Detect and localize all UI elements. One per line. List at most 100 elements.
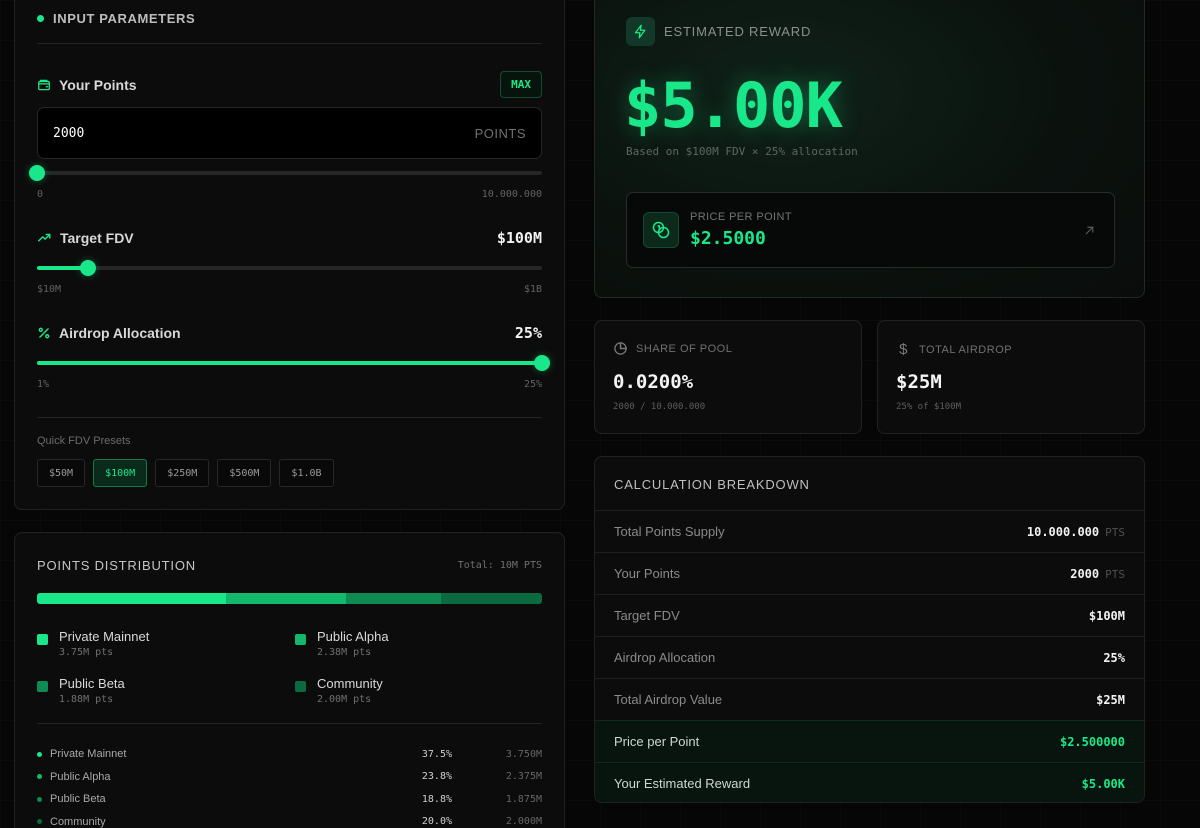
fdv-slider-thumb[interactable] xyxy=(79,260,96,276)
wallet-icon xyxy=(38,79,50,90)
row-value: 2.000M xyxy=(505,816,542,828)
estimated-reward-card: ESTIMATED REWARD $5.00K Based on $100M F… xyxy=(594,0,1145,298)
calc-row: Your Points 2000 PTS xyxy=(595,552,1144,594)
total-airdrop-label: TOTAL AIRDROP xyxy=(919,343,1013,356)
legend-item: Public Alpha 2.38M pts xyxy=(295,629,545,658)
percent-icon xyxy=(38,327,50,339)
legend-swatch xyxy=(37,634,48,645)
price-per-point-label: PRICE PER POINT xyxy=(690,211,792,223)
legend-name: Private Mainnet xyxy=(59,629,150,644)
distribution-title: POINTS DISTRIBUTION xyxy=(37,558,196,573)
calc-row: Total Points Supply 10.000.000 PTS xyxy=(595,510,1144,552)
row-dot xyxy=(37,819,42,825)
points-slider[interactable] xyxy=(29,165,542,181)
row-dot xyxy=(37,751,42,757)
row-value: 3.750M xyxy=(505,748,542,760)
calc-row-value: $25M xyxy=(1096,692,1125,707)
preset-button[interactable]: $500M xyxy=(217,459,272,487)
calc-row: Airdrop Allocation 25% xyxy=(595,636,1144,678)
points-slider-thumb[interactable] xyxy=(29,165,46,181)
dollar-icon: $ xyxy=(899,341,908,358)
total-airdrop-header: $ TOTAL AIRDROP xyxy=(896,341,1012,358)
points-input[interactable]: 2000 POINTS xyxy=(37,107,542,159)
calculation-title: CALCULATION BREAKDOWN xyxy=(614,477,810,492)
fdv-presets: $50M $100M $250M $500M $1.0B xyxy=(37,459,334,487)
share-of-pool-label: SHARE OF POOL xyxy=(636,342,733,355)
calc-row-value: 10.000.000 xyxy=(1026,524,1100,539)
row-name: Private Mainnet xyxy=(50,748,127,761)
table-row: Public Alpha 23.8% 2.375M xyxy=(37,766,542,789)
calc-row-name: Your Estimated Reward xyxy=(614,776,751,791)
airdrop-allocation-label: Airdrop Allocation xyxy=(59,325,181,341)
calc-row-name: Total Points Supply xyxy=(614,524,725,539)
fdv-slider[interactable] xyxy=(37,260,542,276)
legend-swatch xyxy=(295,634,306,645)
arrow-up-right-icon[interactable] xyxy=(1083,224,1096,242)
row-name: Public Beta xyxy=(50,793,106,806)
row-name: Public Alpha xyxy=(50,770,111,783)
legend-name: Community xyxy=(317,676,383,691)
calc-row-highlight: Your Estimated Reward $5.00K xyxy=(595,762,1144,802)
calculation-breakdown-card: CALCULATION BREAKDOWN Total Points Suppl… xyxy=(594,456,1145,803)
calc-row-name: Airdrop Allocation xyxy=(614,650,716,665)
max-button[interactable]: MAX xyxy=(500,71,542,98)
row-name: Community xyxy=(50,815,106,828)
table-row: Private Mainnet 37.5% 3.750M xyxy=(37,743,542,766)
airdrop-allocation-value: 25% xyxy=(514,324,542,342)
fdv-slider-track[interactable] xyxy=(37,266,542,270)
calc-row-value: 25% xyxy=(1103,650,1125,665)
calc-row-name: Total Airdrop Value xyxy=(614,692,723,707)
distribution-segment xyxy=(441,593,542,604)
input-parameters-card: INPUT PARAMETERS Your Points MAX 2000 PO… xyxy=(14,0,565,510)
target-fdv-label: Target FDV xyxy=(60,230,134,246)
distribution-table: Private Mainnet 37.5% 3.750M Public Alph… xyxy=(37,743,542,828)
share-of-pool-sub: 2000 / 10.000.000 xyxy=(613,402,706,412)
status-dot-icon xyxy=(37,15,44,22)
fdv-range: $10M $1B xyxy=(37,284,542,295)
legend-amount: 2.38M pts xyxy=(317,647,372,658)
total-airdrop-sub: 25% of $100M xyxy=(896,402,962,412)
points-range-max: 10.000.000 xyxy=(481,189,542,200)
table-row: Public Beta 18.8% 1.875M xyxy=(37,788,542,811)
distribution-segment xyxy=(226,593,347,604)
calc-row-value-group: 10.000.000 PTS xyxy=(1027,525,1125,539)
row-dot xyxy=(37,774,42,780)
share-of-pool-value: 0.0200% xyxy=(613,371,694,393)
fdv-range-max: $1B xyxy=(523,284,542,295)
legend-name: Public Beta xyxy=(59,676,125,691)
share-of-pool-header: SHARE OF POOL xyxy=(613,341,732,356)
calc-row: Total Airdrop Value $25M xyxy=(595,678,1144,720)
calc-row-highlight: Price per Point $2.500000 xyxy=(595,720,1144,762)
points-range: 0 10.000.000 xyxy=(37,189,542,200)
header-divider xyxy=(37,43,542,44)
airdrop-slider-thumb[interactable] xyxy=(534,355,550,371)
price-per-point-box[interactable]: PRICE PER POINT $2.5000 xyxy=(626,192,1115,268)
calc-row-unit: PTS xyxy=(1105,525,1125,539)
row-percent: 18.8% xyxy=(421,793,452,805)
row-percent: 23.8% xyxy=(421,771,452,783)
airdrop-slider-fill xyxy=(37,361,542,365)
points-input-value[interactable]: 2000 xyxy=(53,126,84,141)
legend-swatch xyxy=(37,681,48,692)
airdrop-allocation-label-group: Airdrop Allocation xyxy=(37,325,181,341)
legend-amount: 1.88M pts xyxy=(59,694,114,705)
share-of-pool-card: SHARE OF POOL 0.0200% 2000 / 10.000.000 xyxy=(594,320,862,434)
legend-amount: 2.00M pts xyxy=(317,694,372,705)
points-slider-track[interactable] xyxy=(37,171,542,175)
points-input-unit: POINTS xyxy=(474,125,526,141)
distribution-legend: Private Mainnet 3.75M pts Public Alpha 2.3… xyxy=(37,629,547,705)
legend-amount: 3.75M pts xyxy=(59,647,114,658)
preset-button[interactable]: $50M xyxy=(37,459,86,487)
calc-row-value: $2.500000 xyxy=(1059,734,1125,749)
input-parameters-header: INPUT PARAMETERS xyxy=(37,11,195,26)
your-points-label: Your Points xyxy=(59,76,137,93)
preset-button[interactable]: $100M xyxy=(93,459,148,487)
preset-button[interactable]: $1.0B xyxy=(279,459,334,487)
preset-button[interactable]: $250M xyxy=(155,459,210,487)
legend-item: Community 2.00M pts xyxy=(295,676,545,705)
airdrop-slider[interactable] xyxy=(37,355,550,371)
calc-row-value-group: 2000 PTS xyxy=(1070,567,1125,581)
calc-row-value: $5.00K xyxy=(1081,776,1125,791)
distribution-header: POINTS DISTRIBUTION Total: 10M PTS xyxy=(37,558,542,573)
legend-swatch xyxy=(295,681,306,692)
